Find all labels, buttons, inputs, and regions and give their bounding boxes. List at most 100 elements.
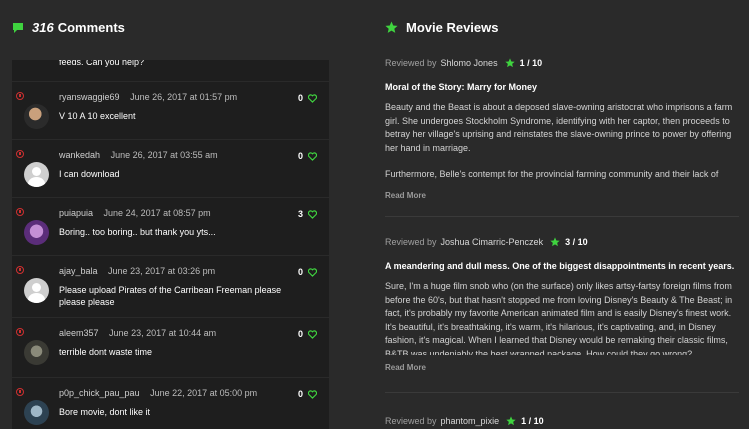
heart-icon[interactable] <box>308 389 317 399</box>
comment-item: ajay_bala June 23, 2017 at 03:26 pm Plea… <box>12 256 329 318</box>
review-body: Beauty and the Beast is about a deposed … <box>385 101 741 183</box>
vote-count: 0 <box>297 329 303 339</box>
read-more-link[interactable]: Read More <box>385 191 741 200</box>
speech-bubble-icon <box>13 22 23 33</box>
star-icon <box>385 21 398 33</box>
heart-icon[interactable] <box>308 267 317 277</box>
flag-icon[interactable] <box>16 266 24 274</box>
review-byline: Reviewed by phantom_pixie 1 / 10 <box>385 415 741 427</box>
flag-icon[interactable] <box>16 92 24 100</box>
read-more-link[interactable]: Read More <box>385 363 741 372</box>
comment-item: ryanswaggie69 June 26, 2017 at 01:57 pm … <box>12 82 329 140</box>
comment-date: June 26, 2017 at 01:57 pm <box>130 92 238 102</box>
review-paragraph: Beauty and the Beast is about a deposed … <box>385 102 733 153</box>
vote-count: 3 <box>297 209 303 219</box>
avatar[interactable] <box>24 104 49 129</box>
flag-icon[interactable] <box>16 328 24 336</box>
heart-icon[interactable] <box>308 151 317 161</box>
comment-text: Please upload Pirates of the Carribean F… <box>59 285 282 307</box>
comment-item: puiapuia June 24, 2017 at 08:57 pm Borin… <box>12 198 329 256</box>
avatar[interactable] <box>24 340 49 365</box>
review-body: Sure, I'm a huge film snob who (on the s… <box>385 280 741 355</box>
review-byline: Reviewed by Joshua Cimarric-Penczek 3 / … <box>385 236 741 248</box>
heart-icon[interactable] <box>308 209 317 219</box>
reviewed-by-label: Reviewed by <box>385 58 437 68</box>
star-icon <box>504 58 515 68</box>
flag-icon[interactable] <box>16 150 24 158</box>
reviewer-name[interactable]: Joshua Cimarric-Penczek <box>441 237 544 247</box>
comment-meta: puiapuia June 24, 2017 at 08:57 pm <box>59 208 211 218</box>
reviewed-by-label: Reviewed by <box>385 416 437 426</box>
comment-votes: 0 <box>298 93 317 103</box>
comment-item: p0p_chick_pau_pau June 22, 2017 at 05:00… <box>12 378 329 429</box>
comment-username[interactable]: puiapuia <box>59 208 93 218</box>
vote-count: 0 <box>297 93 303 103</box>
comment-votes: 0 <box>298 389 317 399</box>
review-item: Reviewed by Shlomo Jones 1 / 10 Moral of… <box>385 57 741 200</box>
comment-item: wankedah June 26, 2017 at 03:55 am I can… <box>12 140 329 198</box>
comment-username[interactable]: ajay_bala <box>59 266 98 276</box>
reviewer-name[interactable]: Shlomo Jones <box>441 58 498 68</box>
comment-username[interactable]: aleem357 <box>59 328 99 338</box>
comment-votes: 0 <box>298 151 317 161</box>
comments-title: Comments <box>57 20 125 35</box>
review-title: A meandering and dull mess. One of the b… <box>385 261 735 271</box>
comment-list[interactable]: feeds. Can you help? ryanswaggie69 June … <box>12 60 329 429</box>
reviews-title: Movie Reviews <box>406 20 499 35</box>
vote-count: 0 <box>297 267 303 277</box>
review-score: 1 / 10 <box>521 416 544 426</box>
vote-count: 0 <box>297 151 303 161</box>
comment-meta: wankedah June 26, 2017 at 03:55 am <box>59 150 218 160</box>
avatar[interactable] <box>24 400 49 425</box>
reviews-section: Movie Reviews Reviewed by Shlomo Jones 1… <box>383 0 749 429</box>
review-paragraph: Sure, I'm a huge film snob who (on the s… <box>385 281 733 355</box>
comment-username[interactable]: p0p_chick_pau_pau <box>59 388 140 398</box>
heart-icon[interactable] <box>308 329 317 339</box>
comment-date: June 26, 2017 at 03:55 am <box>110 150 218 160</box>
comments-count: 316 <box>32 20 54 35</box>
review-item: Reviewed by phantom_pixie 1 / 10 <box>385 415 741 427</box>
comment-item: feeds. Can you help? <box>12 60 329 82</box>
flag-icon[interactable] <box>16 208 24 216</box>
avatar[interactable] <box>24 278 49 303</box>
comments-header: 316 Comments <box>12 20 125 35</box>
comment-meta: aleem357 June 23, 2017 at 10:44 am <box>59 328 216 338</box>
comment-votes: 3 <box>298 209 317 219</box>
comment-text: terrible dont waste time <box>59 347 153 357</box>
review-score: 1 / 10 <box>519 58 543 68</box>
comment-item: aleem357 June 23, 2017 at 10:44 am terri… <box>12 318 329 378</box>
avatar[interactable] <box>24 162 49 187</box>
star-icon <box>550 237 560 247</box>
review-byline: Reviewed by Shlomo Jones 1 / 10 <box>385 57 741 69</box>
star-icon <box>506 416 516 426</box>
reviews-header: Movie Reviews <box>385 20 499 35</box>
divider <box>385 216 739 217</box>
comment-text: Bore movie, dont like it <box>59 407 151 417</box>
review-title: Moral of the Story: Marry for Money <box>385 82 538 92</box>
review-score: 3 / 10 <box>565 237 588 247</box>
vote-count: 0 <box>297 389 303 399</box>
comment-text: feeds. Can you help? <box>59 60 145 67</box>
comment-votes: 0 <box>298 267 317 277</box>
comment-meta: ajay_bala June 23, 2017 at 03:26 pm <box>59 266 215 276</box>
comment-username[interactable]: wankedah <box>59 150 100 160</box>
reviewer-name[interactable]: phantom_pixie <box>441 416 500 426</box>
review-item: Reviewed by Joshua Cimarric-Penczek 3 / … <box>385 236 741 372</box>
comment-meta: ryanswaggie69 June 26, 2017 at 01:57 pm <box>59 92 237 102</box>
avatar[interactable] <box>24 220 49 245</box>
divider <box>385 392 739 393</box>
comment-date: June 24, 2017 at 08:57 pm <box>103 208 211 218</box>
reviewed-by-label: Reviewed by <box>385 237 437 247</box>
heart-icon[interactable] <box>308 93 317 103</box>
comment-votes: 0 <box>298 329 317 339</box>
comment-text: V 10 A 10 excellent <box>59 111 136 121</box>
flag-icon[interactable] <box>16 388 24 396</box>
comment-text: I can download <box>59 169 120 179</box>
comment-text: Boring.. too boring.. but thank you yts.… <box>59 227 216 237</box>
review-paragraph: Furthermore, Belle's contempt for the pr… <box>385 169 719 179</box>
comment-meta: p0p_chick_pau_pau June 22, 2017 at 05:00… <box>59 388 257 398</box>
comments-section: 316 Comments feeds. Can you help? ryansw… <box>0 0 345 429</box>
comment-date: June 22, 2017 at 05:00 pm <box>150 388 258 398</box>
comment-username[interactable]: ryanswaggie69 <box>59 92 120 102</box>
comment-date: June 23, 2017 at 10:44 am <box>109 328 217 338</box>
